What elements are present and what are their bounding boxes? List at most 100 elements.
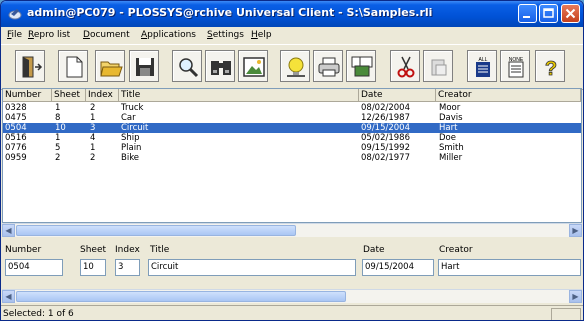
number-field[interactable]: 0504	[5, 259, 63, 276]
menu-document[interactable]: Document	[83, 30, 130, 40]
new-document-button[interactable]	[58, 50, 88, 82]
magnifier-icon	[179, 58, 199, 78]
detail-label-date: Date	[363, 245, 385, 255]
exit-door-icon	[22, 56, 43, 78]
paste-icon	[431, 59, 447, 76]
toolbar: ALL NONE ?	[1, 44, 583, 90]
menu-repro-list[interactable]: Repro list	[28, 30, 70, 40]
open-button[interactable]	[95, 50, 125, 82]
cell-title: Plain	[121, 143, 142, 153]
print-button[interactable]	[313, 50, 343, 82]
detail-scroll-right-icon[interactable]: ▶	[569, 290, 582, 303]
title-bar[interactable]: admin@PC079 - PLOSSYS@rchive Universal C…	[1, 1, 583, 27]
cell-date: 12/26/1987	[361, 113, 410, 123]
cell-sheet: 2	[55, 153, 61, 163]
cut-scissors-icon	[397, 56, 415, 78]
binoculars-icon	[211, 61, 231, 75]
menu-settings[interactable]: Settings	[207, 30, 244, 40]
table-row[interactable]: 0776 5 1 Plain 09/15/1992 Smith	[3, 143, 581, 153]
maximize-button[interactable]	[539, 4, 558, 23]
cell-number: 0328	[5, 103, 27, 113]
detail-label-number: Number	[5, 245, 42, 255]
detail-scroll-thumb[interactable]	[16, 291, 346, 302]
cell-creator: Moor	[439, 103, 461, 113]
close-button[interactable]	[561, 4, 580, 23]
select-all-icon: ALL	[476, 57, 490, 77]
table-row[interactable]: 0328 1 2 Truck 08/02/2004 Moor	[3, 103, 581, 113]
sheet-field[interactable]: 10	[80, 259, 106, 276]
date-field[interactable]: 09/15/2004	[362, 259, 434, 276]
exit-button[interactable]	[15, 50, 45, 82]
scroll-left-icon[interactable]: ◀	[2, 224, 15, 237]
column-header-number[interactable]: Number	[3, 89, 52, 102]
select-none-icon: NONE	[508, 57, 524, 78]
cell-creator: Smith	[439, 143, 464, 153]
minimize-button[interactable]	[518, 4, 537, 23]
cell-sheet: 1	[55, 103, 61, 113]
detail-label-creator: Creator	[439, 245, 473, 255]
index-field[interactable]: 3	[115, 259, 140, 276]
status-pane	[551, 308, 581, 320]
cell-index: 2	[90, 153, 96, 163]
window-title: admin@PC079 - PLOSSYS@rchive Universal C…	[27, 6, 433, 19]
table-row[interactable]: 0959 2 2 Bike 08/02/1977 Miller	[3, 153, 581, 163]
cell-title: Ship	[121, 133, 140, 143]
cell-date: 09/15/1992	[361, 143, 410, 153]
cell-number: 0776	[5, 143, 27, 153]
scroll-thumb[interactable]	[16, 225, 296, 236]
status-bar: Selected: 1 of 6	[1, 305, 583, 320]
column-header-creator[interactable]: Creator	[436, 89, 581, 102]
paste-button[interactable]	[423, 50, 453, 82]
creator-field[interactable]: Hart	[438, 259, 581, 276]
table-row[interactable]: 0504 10 3 Circuit 09/15/2004 Hart	[3, 123, 581, 133]
cell-creator: Miller	[439, 153, 463, 163]
column-header-title[interactable]: Title	[119, 89, 359, 102]
document-list: Number Sheet Index Title Date Creator 03…	[2, 88, 582, 223]
cell-creator: Hart	[439, 123, 458, 133]
image-view-icon	[243, 57, 265, 77]
save-disk-icon	[136, 58, 154, 76]
status-text: Selected: 1 of 6	[3, 309, 74, 319]
lightbulb-button[interactable]	[280, 50, 310, 82]
column-header-date[interactable]: Date	[359, 89, 436, 102]
select-none-button[interactable]: NONE	[500, 50, 530, 82]
cut-button[interactable]	[390, 50, 420, 82]
cell-title: Car	[121, 113, 136, 123]
cell-date: 09/15/2004	[361, 123, 410, 133]
maximize-icon	[543, 8, 554, 18]
menu-help[interactable]: Help	[251, 30, 272, 40]
minimize-icon	[523, 16, 530, 18]
view-image-button[interactable]	[238, 50, 268, 82]
help-button[interactable]: ?	[535, 50, 565, 82]
title-field[interactable]: Circuit	[148, 259, 356, 276]
app-icon	[8, 9, 22, 20]
cell-date: 08/02/1977	[361, 153, 410, 163]
detail-scroll-left-icon[interactable]: ◀	[2, 290, 15, 303]
detail-label-sheet: Sheet	[80, 245, 107, 255]
column-header-index[interactable]: Index	[86, 89, 119, 102]
find-button[interactable]	[205, 50, 235, 82]
scroll-right-icon[interactable]: ▶	[569, 224, 582, 237]
search-button[interactable]	[172, 50, 202, 82]
menu-file[interactable]: File	[7, 30, 22, 40]
detail-horizontal-scrollbar[interactable]: ◀ ▶	[2, 289, 582, 303]
column-header-sheet[interactable]: Sheet	[52, 89, 86, 102]
detail-label-title: Title	[150, 245, 170, 255]
cell-number: 0504	[5, 123, 27, 133]
cell-number: 0959	[5, 153, 27, 163]
cell-title: Circuit	[121, 123, 149, 133]
cell-index: 3	[90, 123, 96, 133]
cell-title: Bike	[121, 153, 140, 163]
document-stack-button[interactable]	[346, 50, 376, 82]
cell-creator: Davis	[439, 113, 463, 123]
cell-index: 4	[90, 133, 96, 143]
table-row[interactable]: 0516 1 4 Ship 05/02/1986 Doe	[3, 133, 581, 143]
menu-applications[interactable]: Applications	[141, 30, 196, 40]
table-row[interactable]: 0475 8 1 Car 12/26/1987 Davis	[3, 113, 581, 123]
list-horizontal-scrollbar[interactable]: ◀ ▶	[2, 223, 582, 237]
detail-label-index: Index	[115, 245, 140, 255]
select-all-button[interactable]: ALL	[467, 50, 497, 82]
cell-date: 08/02/2004	[361, 103, 410, 113]
cell-index: 1	[90, 143, 96, 153]
save-button[interactable]	[129, 50, 159, 82]
